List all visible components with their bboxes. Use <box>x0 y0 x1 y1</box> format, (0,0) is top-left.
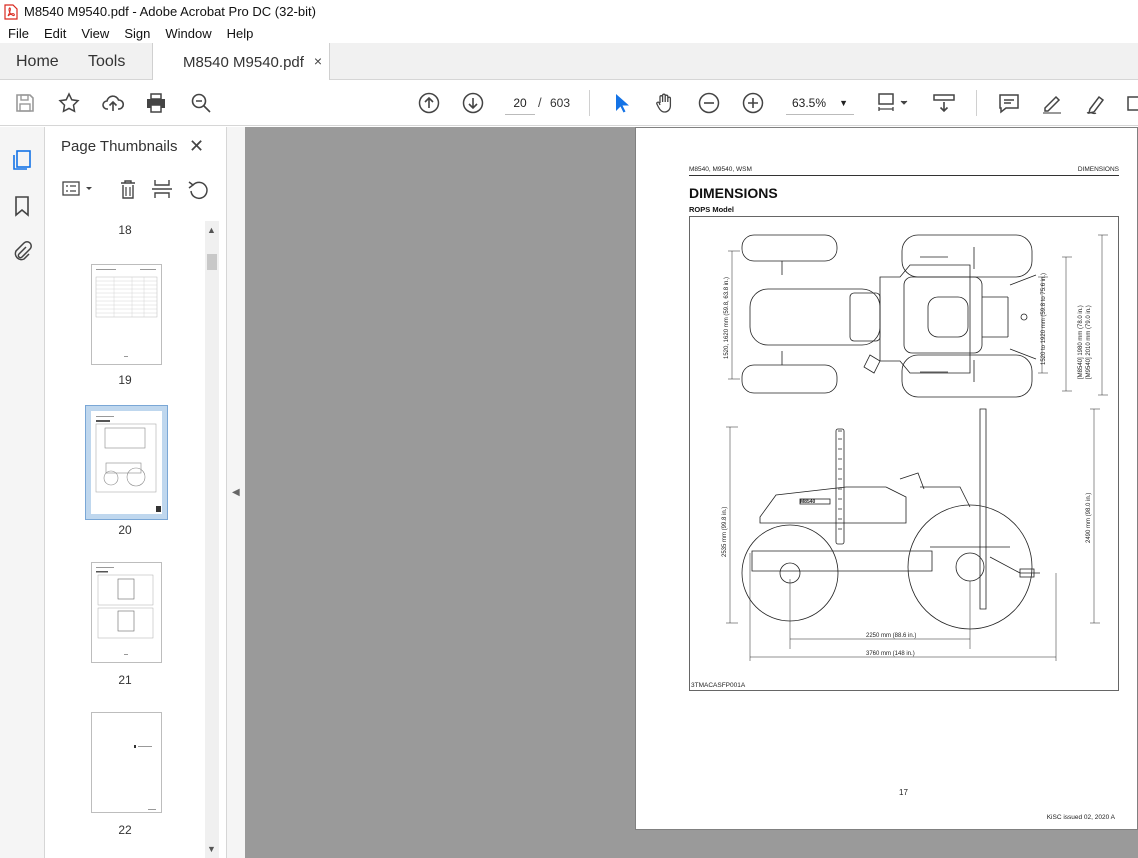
thumbnail-label: 20 <box>118 523 132 537</box>
side-dimension-lines <box>726 408 1100 661</box>
page-subtitle: ROPS Model <box>689 205 735 214</box>
zoom-in-icon[interactable] <box>741 91 765 115</box>
dimensions-figure: 1520, 1620 mm (59.8, 63.8 in.) 1520 to 1… <box>689 216 1119 691</box>
tab-home[interactable]: Home <box>16 43 59 80</box>
zoom-level-dropdown[interactable]: 63.5% ▼ <box>786 91 854 115</box>
tab-document-label: M8540 M9540.pdf <box>183 53 304 71</box>
thumbnail-options-icon[interactable] <box>62 181 92 196</box>
dim-top-right-2: [M9540] 2010 mm (79.0 in.) <box>1086 305 1092 379</box>
dim-top-left: 1520, 1620 mm (59.8, 63.8 in.) <box>724 277 730 359</box>
title-bar: M8540 M9540.pdf - Adobe Acrobat Pro DC (… <box>0 0 1138 23</box>
dim-side-right: 2490 mm (98.0 in.) <box>1086 493 1092 543</box>
previous-page-icon[interactable] <box>417 91 441 115</box>
collapse-panel-handle[interactable]: ◀ <box>227 127 245 858</box>
scroll-up-icon[interactable]: ▲ <box>207 225 216 235</box>
chevron-down-icon: ▼ <box>839 98 848 108</box>
thumbnail-list: 18 19 20 21 22 <box>45 221 205 858</box>
panel-title: Page Thumbnails <box>61 138 178 155</box>
previous-page-area <box>245 127 628 858</box>
select-pointer-icon[interactable] <box>609 91 633 115</box>
current-page-input[interactable]: 20 <box>505 91 535 115</box>
page-number: 17 <box>899 788 908 797</box>
dim-top-mid: 1520 to 1920 mm (59.8 to 75.6 in.) <box>1041 273 1047 365</box>
scrolling-mode-icon[interactable] <box>932 91 956 115</box>
dim-length: 3760 mm (148 in.) <box>866 651 915 657</box>
delete-trash-icon[interactable] <box>121 180 135 199</box>
save-icon[interactable] <box>13 91 37 115</box>
header-rule <box>689 175 1119 176</box>
page-title: DIMENSIONS <box>689 185 778 201</box>
comment-icon[interactable] <box>997 91 1021 115</box>
dim-top-right-1: [M8540] 1980 mm (78.0 in.) <box>1078 305 1084 379</box>
highlight-pen-icon[interactable] <box>1040 91 1064 115</box>
hood-badge: M8540 <box>800 499 816 505</box>
thumbnail-label: 19 <box>118 373 132 387</box>
zoom-search-icon[interactable] <box>189 91 213 115</box>
thumbnail-page[interactable] <box>91 562 162 663</box>
total-pages: 603 <box>550 96 571 110</box>
toolbar-divider <box>976 90 977 116</box>
tractor-top-view <box>741 234 1037 398</box>
bookmarks-icon[interactable] <box>11 195 33 217</box>
more-tools-icon[interactable] <box>1126 91 1138 115</box>
zoom-out-icon[interactable] <box>697 91 721 115</box>
toolbar-divider <box>589 90 590 116</box>
main-toolbar: 20 / 603 63.5% ▼ <box>0 80 1138 126</box>
menu-help[interactable]: Help <box>219 26 261 41</box>
tractor-dimension-drawing: 1520, 1620 mm (59.8, 63.8 in.) 1520 to 1… <box>722 234 1108 661</box>
tab-tools[interactable]: Tools <box>88 43 125 80</box>
extract-pages-icon[interactable] <box>152 180 172 198</box>
scrollbar-thumb[interactable] <box>207 254 217 270</box>
hand-tool-icon[interactable] <box>653 91 677 115</box>
figure-code: 3TMACASFP001A <box>691 682 746 689</box>
acrobat-pdf-icon <box>4 3 18 20</box>
menu-file[interactable]: File <box>0 26 36 41</box>
menu-bar: File Edit View Sign Window Help <box>0 23 1138 43</box>
page-footer: KiSC issued 02, 2020 A <box>1046 814 1115 821</box>
next-page-icon[interactable] <box>461 91 485 115</box>
collapse-left-icon: ◀ <box>232 487 240 498</box>
thumbnail-page[interactable] <box>91 264 162 365</box>
thumbnail-label: 18 <box>118 223 132 237</box>
menu-sign[interactable]: Sign <box>116 26 157 41</box>
page-header-right: DIMENSIONS <box>1077 166 1119 173</box>
tab-document[interactable]: M8540 M9540.pdf × <box>152 43 330 81</box>
navigation-rail <box>0 127 45 858</box>
thumbnail-toolbar <box>59 177 219 203</box>
menu-view[interactable]: View <box>73 26 116 41</box>
thumbnail-scrollbar[interactable]: ▲ ▼ <box>205 221 219 858</box>
document-page: M8540, M9540, WSM DIMENSIONS DIMENSIONS … <box>635 127 1138 830</box>
close-panel-icon[interactable]: ✕ <box>189 136 204 157</box>
thumbnail-label: 22 <box>118 823 132 837</box>
top-dimension-lines <box>728 234 1108 396</box>
attachments-paperclip-icon[interactable] <box>11 240 33 262</box>
page-separator: / <box>538 95 542 110</box>
menu-edit[interactable]: Edit <box>36 26 73 41</box>
thumbnail-label: 21 <box>118 673 132 687</box>
page-fit-icon[interactable] <box>877 91 913 115</box>
thumbnail-page[interactable] <box>91 712 162 813</box>
tab-close-icon[interactable]: × <box>314 53 322 69</box>
menu-window[interactable]: Window <box>157 26 218 41</box>
dim-wheelbase: 2250 mm (88.6 in.) <box>866 633 916 639</box>
tab-bar: Home Tools M8540 M9540.pdf × <box>0 43 1138 81</box>
star-bookmark-icon[interactable] <box>57 91 81 115</box>
window-title: M8540 M9540.pdf - Adobe Acrobat Pro DC (… <box>24 4 316 19</box>
scroll-down-icon[interactable]: ▼ <box>207 844 216 854</box>
tractor-side-view <box>741 408 1040 630</box>
document-viewport[interactable]: M8540, M9540, WSM DIMENSIONS DIMENSIONS … <box>245 127 1138 858</box>
rotate-icon[interactable] <box>188 181 208 200</box>
zoom-level-value: 63.5% <box>792 96 827 110</box>
page-thumbnails-icon[interactable] <box>11 149 33 171</box>
dim-side-left: 2535 mm (99.8 in.) <box>722 507 728 557</box>
sign-pen-icon[interactable] <box>1084 91 1108 115</box>
page-thumbnails-panel: Page Thumbnails ✕ 18 19 20 21 22 ▲ ▼ <box>45 127 227 858</box>
print-icon[interactable] <box>144 91 168 115</box>
thumbnail-page-selected[interactable] <box>85 405 168 520</box>
cloud-upload-icon[interactable] <box>101 91 125 115</box>
page-header-left: M8540, M9540, WSM <box>689 166 752 173</box>
